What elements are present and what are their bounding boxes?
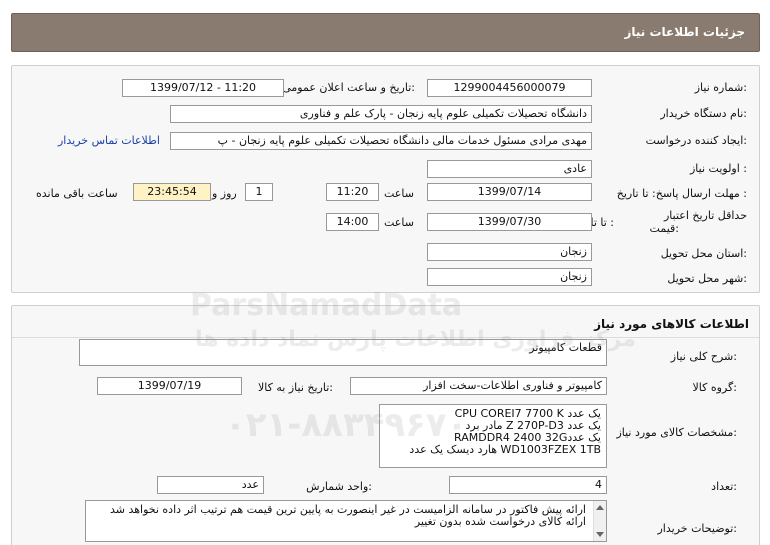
notes-label: توضیحات خریدار: <box>657 522 738 535</box>
buyer-field[interactable]: دانشگاه تحصیلات تکمیلی علوم پایه زنجان -… <box>170 105 592 123</box>
spec-field[interactable]: CPU COREI7 7700 K یک عدد مادر برد Z 270P… <box>379 404 607 468</box>
days-label: روز و <box>212 187 237 200</box>
validity-time-field[interactable]: 14:00 <box>326 213 379 231</box>
unit-field[interactable]: عدد <box>157 476 264 494</box>
deadline-time-label: ساعت <box>384 187 414 200</box>
page-title: جزئیات اطلاعات نیاز <box>624 25 745 39</box>
buyer-contact-link[interactable]: اطلاعات تماس خریدار <box>58 134 160 147</box>
summary-label: شرح کلی نیاز: <box>670 350 737 363</box>
goods-group-label: گروه کالا: <box>692 381 737 394</box>
scroll-up-arrow-icon[interactable] <box>596 505 604 510</box>
scroll-down-arrow-icon[interactable] <box>596 532 604 537</box>
goods-section-title: اطلاعات کالاهای مورد نیاز <box>594 317 749 331</box>
validity-label-price: قیمت: <box>649 222 679 235</box>
priority-label: اولویت نیاز : <box>689 162 747 175</box>
announce-date-label: تاریخ و ساعت اعلان عمومی: <box>282 81 415 94</box>
deadline-time-field[interactable]: 11:20 <box>326 183 379 201</box>
spec-label: مشخصات کالای مورد نیاز: <box>616 426 737 439</box>
section-divider <box>12 337 759 338</box>
validity-date-field[interactable]: 1399/07/30 <box>427 213 592 231</box>
page-header: جزئیات اطلاعات نیاز <box>11 13 760 52</box>
count-label: تعداد: <box>711 480 737 493</box>
creator-field[interactable]: مهدی مرادی مسئول خدمات مالی دانشگاه تحصی… <box>170 132 592 150</box>
notes-scrollbar[interactable] <box>593 501 606 541</box>
priority-field[interactable]: عادی <box>427 160 592 178</box>
deadline-date-field[interactable]: 1399/07/14 <box>427 183 592 201</box>
validity-time-label: ساعت <box>384 216 414 229</box>
buyer-notes-field[interactable]: ارائه پیش فاکتور در سامانه الزامیست در غ… <box>85 500 607 542</box>
goods-panel: اطلاعات کالاهای مورد نیاز شرح کلی نیاز: … <box>11 305 760 545</box>
deadline-label: مهلت ارسال پاسخ: تا تاریخ : <box>616 187 747 200</box>
validity-label: حداقل تاریخ اعتبار <box>663 209 747 222</box>
summary-field[interactable]: قطعات کامپیوتر <box>79 339 607 366</box>
need-details-panel: شماره نیاز: 1299004456000079 تاریخ و ساع… <box>11 65 760 293</box>
city-label: شهر محل تحویل: <box>667 272 747 285</box>
creator-label: ایجاد کننده درخواست: <box>645 134 747 147</box>
count-field[interactable]: 4 <box>449 476 607 494</box>
announce-date-field[interactable]: 1399/07/12 - 11:20 <box>122 79 284 97</box>
unit-label: واحد شمارش: <box>306 480 372 493</box>
need-number-label: شماره نیاز: <box>694 81 747 94</box>
days-remaining-field: 1 <box>245 183 273 201</box>
buyer-label: نام دستگاه خریدار: <box>660 107 747 120</box>
need-date-field[interactable]: 1399/07/19 <box>97 377 242 395</box>
remaining-time-field: 23:45:54 <box>133 183 211 201</box>
need-date-label: تاریخ نیاز به کالا: <box>258 381 333 394</box>
need-number-field[interactable]: 1299004456000079 <box>427 79 592 97</box>
province-label: استان محل تحویل: <box>660 247 747 260</box>
province-field[interactable]: زنجان <box>427 243 592 261</box>
city-field[interactable]: زنجان <box>427 268 592 286</box>
goods-group-field[interactable]: کامپیوتر و فناوری اطلاعات-سخت افزار <box>350 377 607 395</box>
remaining-time-label: ساعت باقی مانده <box>36 187 118 200</box>
